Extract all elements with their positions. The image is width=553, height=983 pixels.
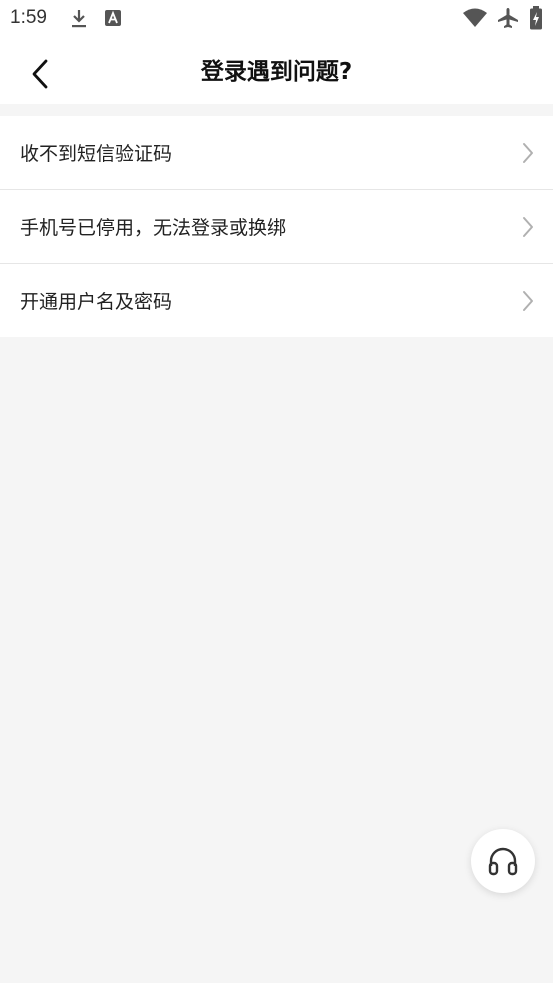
list-item-sms-code[interactable]: 收不到短信验证码 bbox=[0, 116, 553, 189]
list-item-label: 手机号已停用，无法登录或换绑 bbox=[20, 217, 287, 239]
chevron-right-icon bbox=[523, 142, 533, 163]
headphones-icon bbox=[488, 847, 518, 876]
airplane-icon bbox=[498, 8, 518, 28]
chevron-right-icon bbox=[523, 216, 533, 237]
list-item-username-password[interactable]: 开通用户名及密码 bbox=[0, 263, 553, 337]
list-item-phone-disabled[interactable]: 手机号已停用，无法登录或换绑 bbox=[0, 189, 553, 263]
list-item-label: 开通用户名及密码 bbox=[20, 291, 173, 313]
chevron-right-icon bbox=[523, 290, 533, 311]
download-icon bbox=[72, 10, 86, 28]
status-time: 1:59 bbox=[10, 7, 47, 28]
page-title: 登录遇到问题? bbox=[200, 59, 353, 85]
wifi-icon bbox=[463, 8, 487, 27]
battery-icon bbox=[530, 6, 542, 30]
app-notification-icon bbox=[105, 10, 121, 26]
header: 登录遇到问题? bbox=[0, 38, 553, 104]
list-item-label: 收不到短信验证码 bbox=[20, 143, 173, 165]
status-bar: 1:59 bbox=[0, 0, 553, 38]
problem-list: 收不到短信验证码 手机号已停用，无法登录或换绑 开通用户名及密码 bbox=[0, 116, 553, 337]
customer-support-button[interactable] bbox=[471, 829, 535, 893]
